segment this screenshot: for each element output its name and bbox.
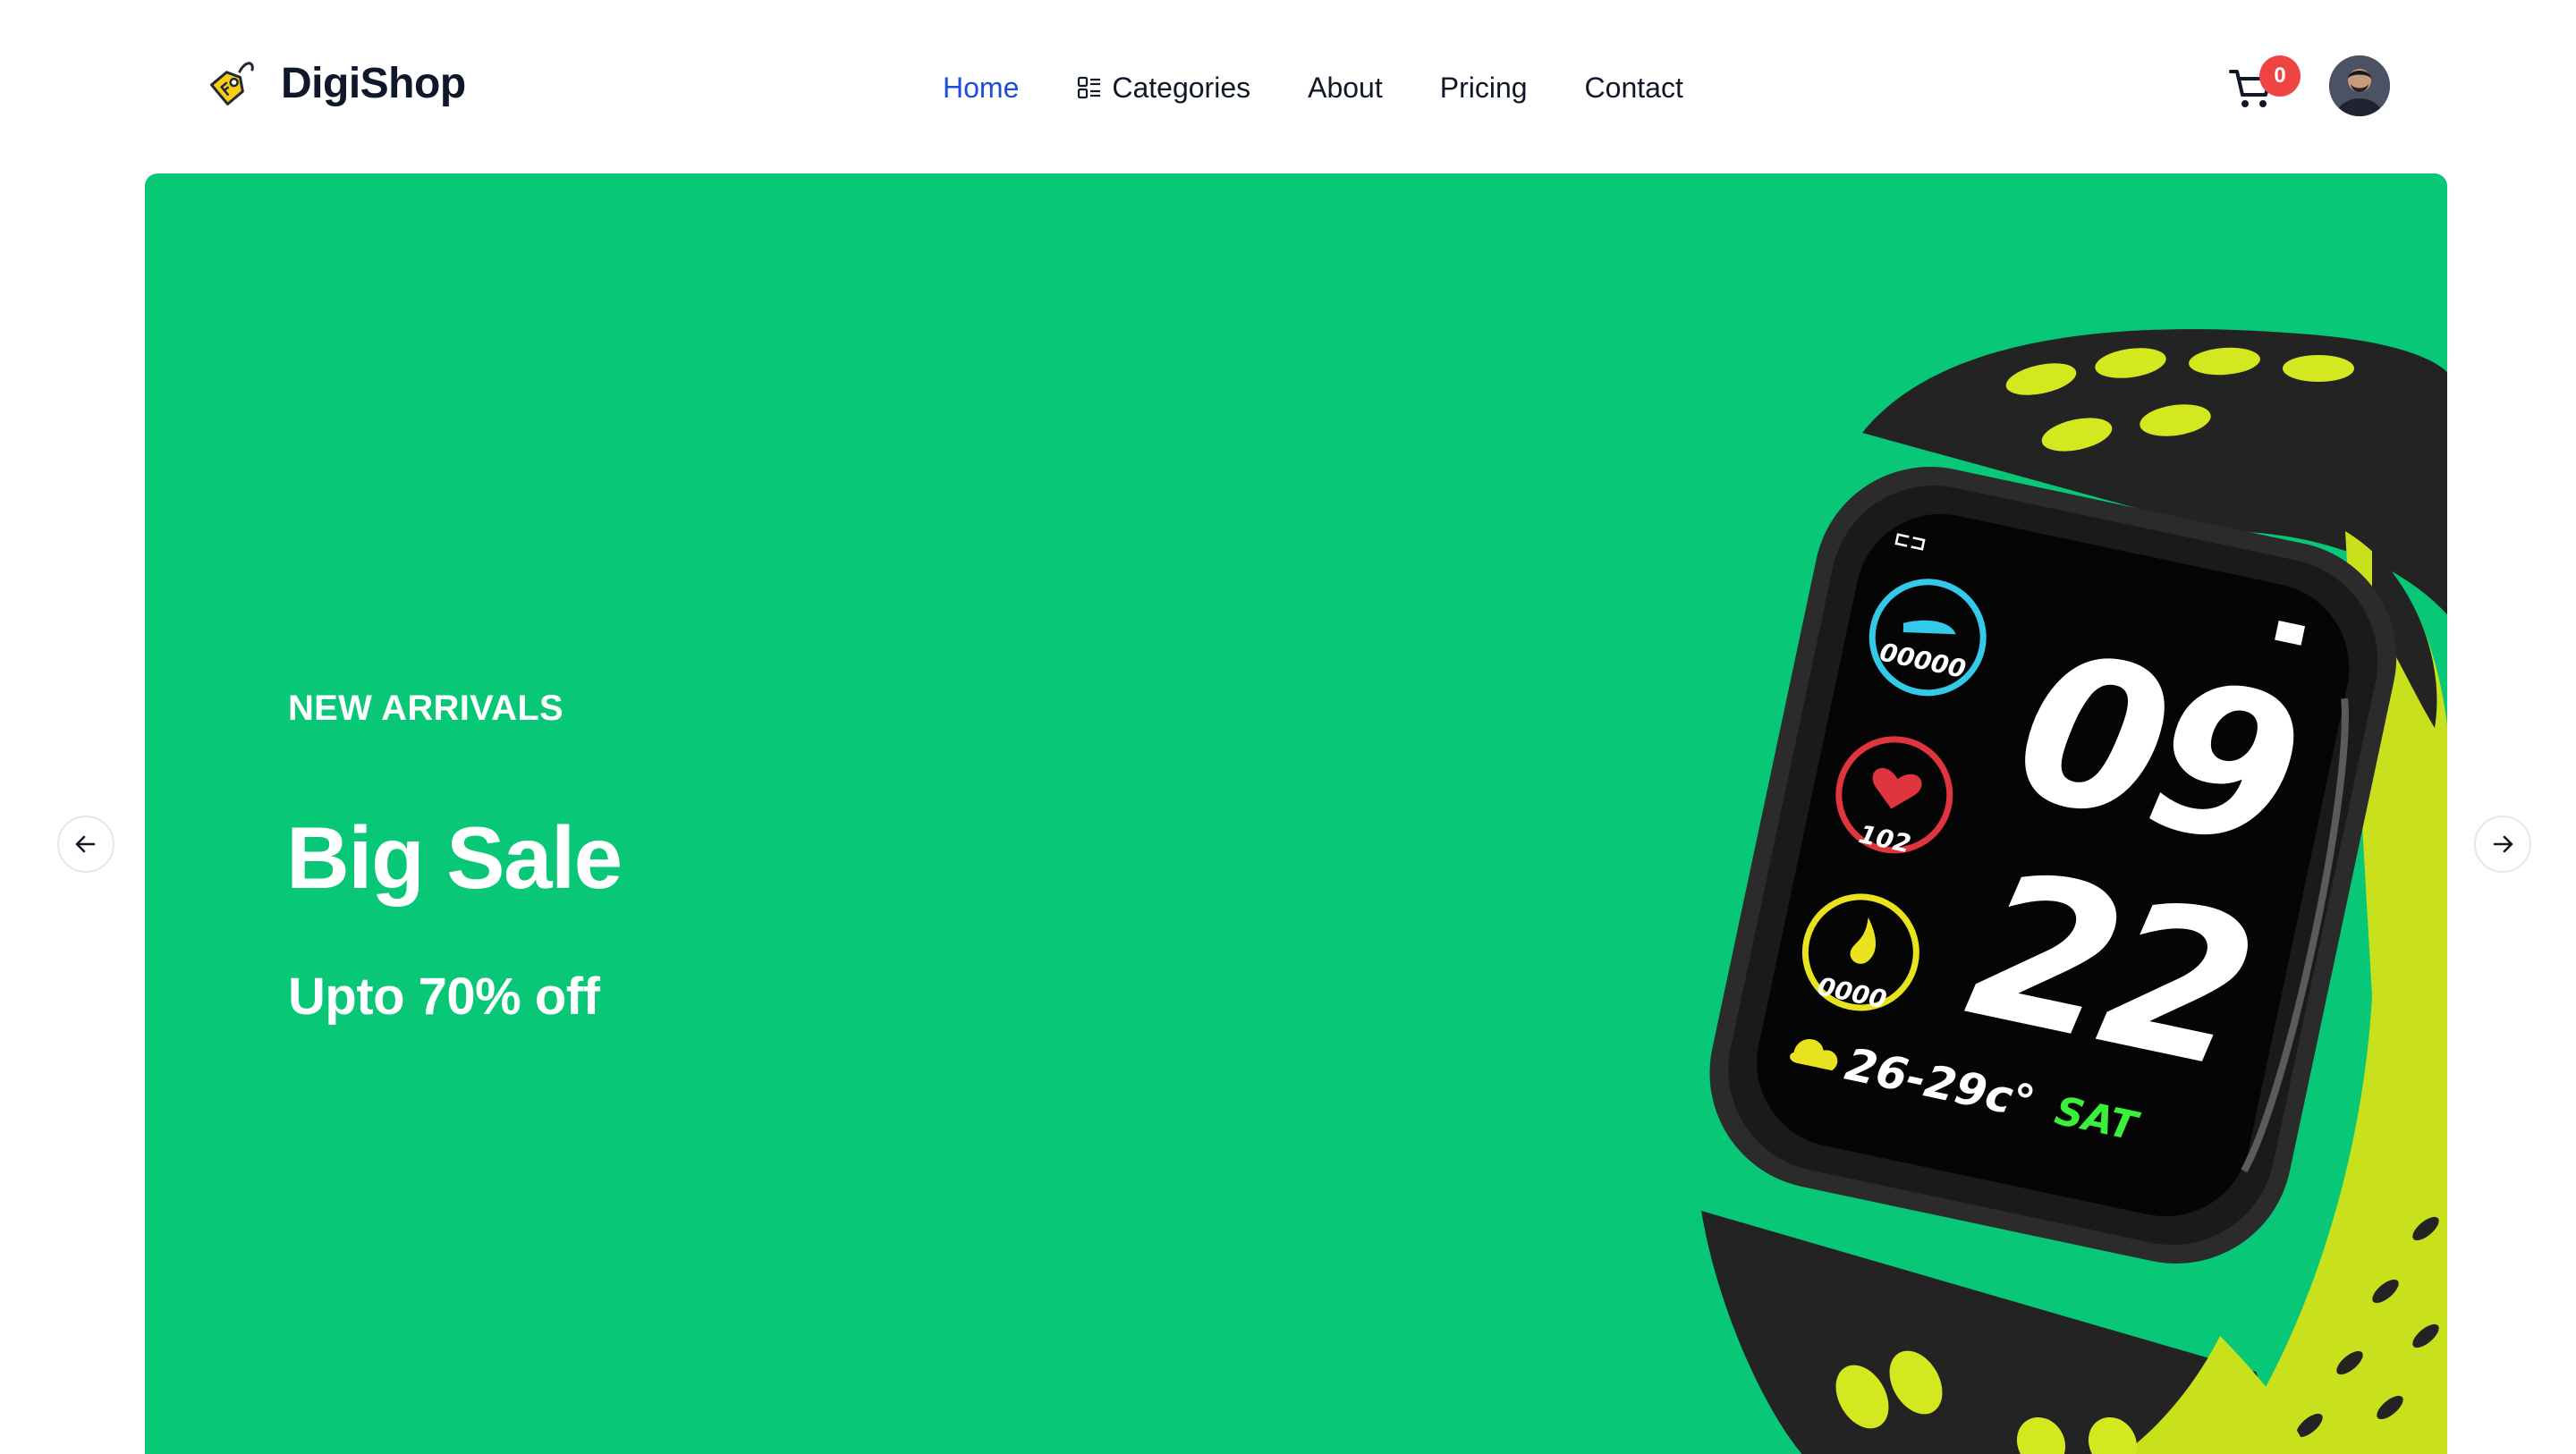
price-tag-icon: [210, 62, 254, 106]
nav-categories[interactable]: Categories: [1076, 72, 1250, 105]
arrow-right-icon: [2493, 835, 2513, 853]
hero-kicker: NEW ARRIVALS: [288, 689, 564, 728]
nav-contact[interactable]: Contact: [1585, 72, 1683, 105]
brand-name: DigiShop: [281, 59, 466, 107]
logo-link[interactable]: DigiShop: [199, 52, 466, 114]
hero-title: Big Sale: [286, 808, 623, 907]
cart-button[interactable]: 0: [2216, 55, 2301, 120]
nav-categories-label: Categories: [1112, 71, 1251, 104]
grid-list-icon: [1078, 76, 1101, 99]
nav-home-label: Home: [943, 71, 1020, 104]
main-nav: Home Categories About Pricing Contact: [943, 64, 1683, 111]
nav-pricing-label: Pricing: [1439, 71, 1528, 104]
carousel-prev-button[interactable]: [57, 816, 114, 873]
nav-about-label: About: [1308, 71, 1383, 104]
nav-home[interactable]: Home: [943, 72, 1019, 105]
user-avatar[interactable]: [2329, 55, 2390, 116]
user-avatar-image: [2329, 55, 2390, 116]
cart-count-badge: 0: [2259, 55, 2301, 97]
nav-about[interactable]: About: [1308, 72, 1383, 105]
arrow-left-icon: [75, 835, 96, 853]
smartwatch-image: ⊏⊐ 00000 102 0000 09 22 26-29c° SAT: [1701, 329, 2447, 1454]
site-header: DigiShop Home Categories About Pricing C…: [0, 0, 2576, 172]
hero-banner: NEW ARRIVALS Big Sale Upto 70% off ⊏⊐ 00…: [145, 173, 2447, 1454]
hero-subtitle: Upto 70% off: [288, 968, 600, 1026]
carousel-next-button[interactable]: [2474, 816, 2531, 873]
nav-pricing[interactable]: Pricing: [1440, 72, 1528, 105]
nav-contact-label: Contact: [1584, 71, 1683, 104]
